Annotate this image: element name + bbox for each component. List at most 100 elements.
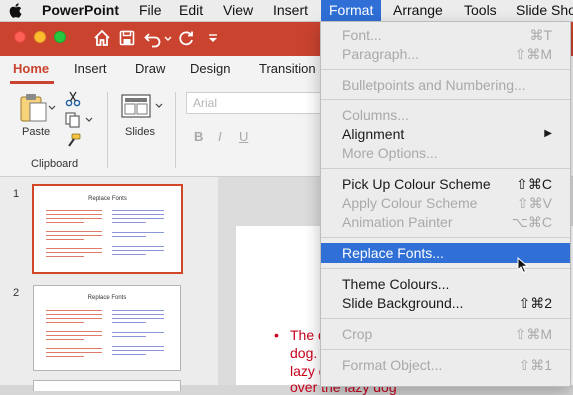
copy-dropdown-icon[interactable] bbox=[85, 116, 93, 124]
customize-toolbar-icon[interactable] bbox=[207, 27, 219, 49]
thumbnail-text-line bbox=[46, 331, 102, 332]
thumbnail-text-line bbox=[46, 356, 84, 357]
menu-item-columns[interactable]: Columns... bbox=[321, 105, 570, 125]
menu-file[interactable]: File bbox=[133, 0, 168, 21]
menu-separator bbox=[321, 318, 570, 319]
thumbnail-title: Replace Fonts bbox=[88, 196, 127, 202]
undo-icon[interactable] bbox=[143, 27, 163, 49]
tab-home[interactable]: Home bbox=[13, 61, 49, 76]
home-icon[interactable] bbox=[92, 27, 112, 49]
close-window-button[interactable] bbox=[14, 31, 26, 43]
menu-separator bbox=[321, 237, 570, 238]
body-text-line: dog. bbox=[290, 345, 318, 361]
layout-dropdown-icon[interactable] bbox=[155, 102, 163, 110]
save-icon[interactable] bbox=[118, 27, 136, 49]
slide-thumbnail-2[interactable]: Replace Fonts bbox=[33, 285, 181, 371]
menu-separator bbox=[321, 99, 570, 100]
thumbnail-text-line bbox=[112, 346, 164, 347]
thumbnail-text-line bbox=[46, 235, 102, 236]
menu-item-replace-fonts[interactable]: Replace Fonts... bbox=[321, 243, 570, 263]
slide-thumbnail-3[interactable] bbox=[33, 380, 181, 391]
font-name-placeholder: Arial bbox=[193, 96, 218, 110]
menu-edit[interactable]: Edit bbox=[173, 0, 209, 21]
tab-transitions[interactable]: Transition bbox=[259, 61, 316, 76]
menu-item-apply-colour-scheme[interactable]: Apply Colour Scheme ⇧⌘V bbox=[321, 193, 570, 213]
menu-item-alignment[interactable]: Alignment ▶ bbox=[321, 124, 570, 144]
menu-separator bbox=[321, 349, 570, 350]
thumbnail-title: Replace Fonts bbox=[87, 295, 127, 301]
menu-format[interactable]: Format bbox=[321, 0, 382, 21]
submenu-arrow-icon: ▶ bbox=[544, 128, 552, 139]
tab-draw[interactable]: Draw bbox=[135, 61, 165, 76]
menu-separator bbox=[321, 268, 570, 269]
menu-separator bbox=[321, 69, 570, 70]
undo-dropdown-icon[interactable] bbox=[163, 27, 173, 49]
menu-item-pick-up-colour-scheme[interactable]: Pick Up Colour Scheme ⇧⌘C bbox=[321, 174, 570, 194]
copy-icon[interactable] bbox=[64, 111, 82, 129]
zoom-window-button[interactable] bbox=[54, 31, 66, 43]
menu-view[interactable]: View bbox=[217, 0, 259, 21]
thumbnail-text-line bbox=[112, 236, 146, 237]
thumbnail-text-line bbox=[112, 310, 164, 311]
menu-item-theme-colours[interactable]: Theme Colours... bbox=[321, 274, 570, 294]
layout-icon[interactable] bbox=[121, 94, 151, 118]
format-menu: Font... ⌘T Paragraph... ⇧⌘M Bulletpoints a… bbox=[320, 21, 571, 387]
format-painter-icon[interactable] bbox=[64, 132, 82, 150]
slide-thumbnail-1[interactable]: Replace Fonts bbox=[32, 184, 183, 274]
thumbnail-text-line bbox=[112, 332, 164, 333]
redo-icon[interactable] bbox=[176, 27, 196, 49]
apple-icon[interactable] bbox=[9, 3, 22, 18]
thumbnail-text-line bbox=[112, 350, 164, 351]
ribbon-separator bbox=[107, 92, 108, 168]
clipboard-group-label: Clipboard bbox=[31, 158, 79, 170]
menu-item-animation-painter[interactable]: Animation Painter ⌥⌘C bbox=[321, 212, 570, 232]
cut-icon[interactable] bbox=[64, 90, 82, 108]
minimize-window-button[interactable] bbox=[34, 31, 46, 43]
thumbnail-text-line bbox=[46, 214, 102, 215]
thumbnail-text-line bbox=[46, 239, 84, 240]
menu-arrange[interactable]: Arrange bbox=[387, 0, 449, 21]
italic-button[interactable]: I bbox=[218, 129, 222, 144]
menu-item-bulletpoints[interactable]: Bulletpoints and Numbering... bbox=[321, 75, 570, 95]
menu-slide-show[interactable]: Slide Sho bbox=[510, 0, 573, 21]
thumbnail-text-line bbox=[46, 210, 102, 211]
paste-icon[interactable] bbox=[17, 92, 49, 124]
thumbnail-text-line bbox=[46, 256, 84, 257]
menu-powerpoint[interactable]: PowerPoint bbox=[36, 0, 125, 21]
thumbnail-text-line bbox=[46, 310, 102, 311]
menu-item-slide-background[interactable]: Slide Background... ⇧⌘2 bbox=[321, 293, 570, 313]
slide-number: 2 bbox=[13, 287, 20, 299]
menu-item-more-options[interactable]: More Options... bbox=[321, 143, 570, 163]
font-name-input[interactable]: Arial bbox=[186, 92, 321, 114]
ribbon-separator bbox=[175, 92, 176, 168]
menu-item-font[interactable]: Font... ⌘T bbox=[321, 25, 570, 45]
thumbnail-text-line bbox=[46, 222, 84, 223]
thumbnail-text-line bbox=[46, 218, 102, 219]
paste-label: Paste bbox=[22, 126, 51, 138]
slide-number: 1 bbox=[13, 188, 20, 200]
paste-dropdown-icon[interactable] bbox=[48, 104, 56, 112]
thumbnail-text-line bbox=[46, 322, 84, 323]
menu-item-crop[interactable]: Crop ⇧⌘M bbox=[321, 324, 570, 344]
thumbnail-text-line bbox=[46, 231, 102, 232]
thumbnail-text-line bbox=[46, 248, 102, 249]
menu-item-format-object[interactable]: Format Object... ⇧⌘1 bbox=[321, 355, 570, 375]
underline-button[interactable]: U bbox=[239, 129, 248, 144]
menu-insert[interactable]: Insert bbox=[267, 0, 314, 21]
thumbnail-text-line bbox=[112, 246, 164, 247]
menu-bar: PowerPoint File Edit View Insert Format … bbox=[0, 0, 573, 22]
tab-insert[interactable]: Insert bbox=[74, 61, 107, 76]
thumbnail-text-line bbox=[112, 250, 164, 251]
menu-separator bbox=[321, 168, 570, 169]
thumbnail-text-line bbox=[112, 318, 164, 319]
bold-button[interactable]: B bbox=[194, 129, 203, 144]
mouse-pointer-icon bbox=[517, 257, 529, 274]
menu-tools[interactable]: Tools bbox=[458, 0, 503, 21]
thumbnail-text-line bbox=[112, 232, 164, 233]
thumbnail-text-line bbox=[46, 318, 102, 319]
thumbnail-text-line bbox=[112, 214, 164, 215]
thumbnail-text-line bbox=[112, 254, 146, 255]
tab-design[interactable]: Design bbox=[190, 61, 230, 76]
menu-item-paragraph[interactable]: Paragraph... ⇧⌘M bbox=[321, 44, 570, 64]
thumbnail-text-line bbox=[112, 354, 146, 355]
